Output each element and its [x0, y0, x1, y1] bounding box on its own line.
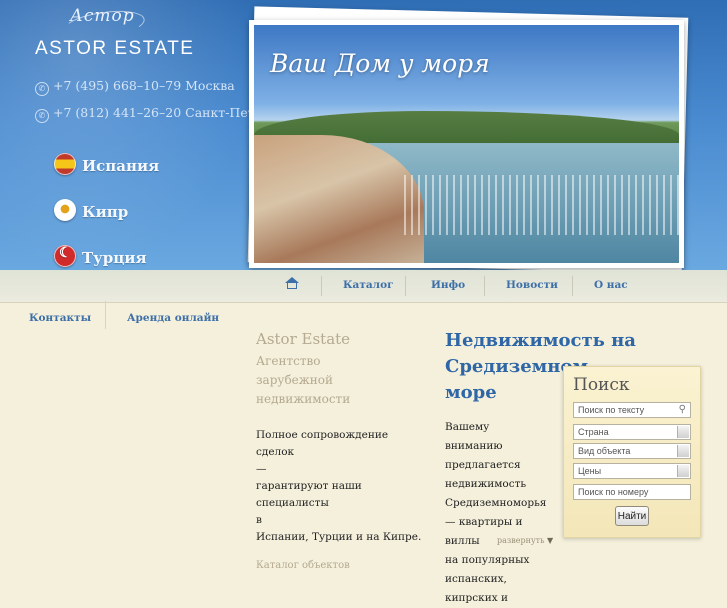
banner-photo: Ваш Дом у моря	[245, 6, 690, 270]
turkey-flag-icon	[54, 245, 76, 267]
search-number-input[interactable]: Поиск по номеру	[573, 484, 691, 500]
about-subtitle: Агентство зарубежной недвижимости	[256, 354, 351, 406]
country-select[interactable]: Страна	[573, 424, 691, 440]
country-link-cyprus[interactable]: Кипр	[54, 199, 128, 221]
logo[interactable]: Астор ASTOR ESTATE	[35, 6, 193, 62]
sub-nav: Контакты Аренда онлайн	[0, 301, 250, 333]
search-panel: Поиск Поиск по тексту ⚲ Страна Вид объек…	[563, 366, 701, 538]
banner-title: Ваш Дом у моря	[270, 49, 490, 78]
spain-flag-icon	[54, 153, 76, 175]
search-submit-button[interactable]: Найти	[615, 506, 649, 526]
nav-catalog[interactable]: Каталог	[343, 279, 394, 291]
search-title: Поиск	[573, 375, 630, 395]
nav-about[interactable]: О нас	[594, 279, 628, 291]
home-icon[interactable]	[285, 277, 299, 291]
main-nav: Каталог Инфо Новости О нас	[0, 270, 727, 303]
main-text: Вашему вниманию предлагается недвижимост…	[445, 421, 547, 604]
about-text: Полное сопровождение сделок — гарантирую…	[256, 429, 422, 543]
about-footer-link[interactable]: Каталог объектов	[256, 560, 426, 571]
country-link-turkey[interactable]: Турция	[54, 245, 147, 267]
about-heading: Astor Estate	[256, 330, 351, 348]
about-column: Astor Estate Агентство зарубежной недвиж…	[256, 330, 426, 571]
phone-icon: ✆	[35, 82, 49, 96]
header: Астор ASTOR ESTATE ✆ +7 (495) 668–10–79 М…	[0, 0, 727, 270]
cyprus-flag-icon	[54, 199, 76, 221]
phone-moscow: ✆ +7 (495) 668–10–79 Москва	[35, 78, 235, 96]
subnav-contacts[interactable]: Контакты	[29, 312, 91, 324]
property-type-select[interactable]: Вид объекта	[573, 443, 691, 459]
search-icon: ⚲	[678, 404, 686, 415]
phone-icon: ✆	[35, 109, 49, 123]
logo-name: ASTOR ESTATE	[35, 38, 195, 59]
search-text-input[interactable]: Поиск по тексту ⚲	[573, 402, 691, 418]
nav-news[interactable]: Новости	[506, 279, 558, 291]
chevron-down-icon: ▼	[546, 536, 554, 545]
country-link-spain[interactable]: Испания	[54, 153, 159, 175]
subnav-rent-online[interactable]: Аренда онлайн	[127, 312, 219, 324]
expand-link[interactable]: развернуть ▼	[497, 536, 553, 545]
nav-info[interactable]: Инфо	[431, 279, 465, 291]
harbor-image: Ваш Дом у моря	[254, 25, 679, 263]
price-select[interactable]: Цены	[573, 463, 691, 479]
logo-script: Астор	[70, 6, 135, 26]
